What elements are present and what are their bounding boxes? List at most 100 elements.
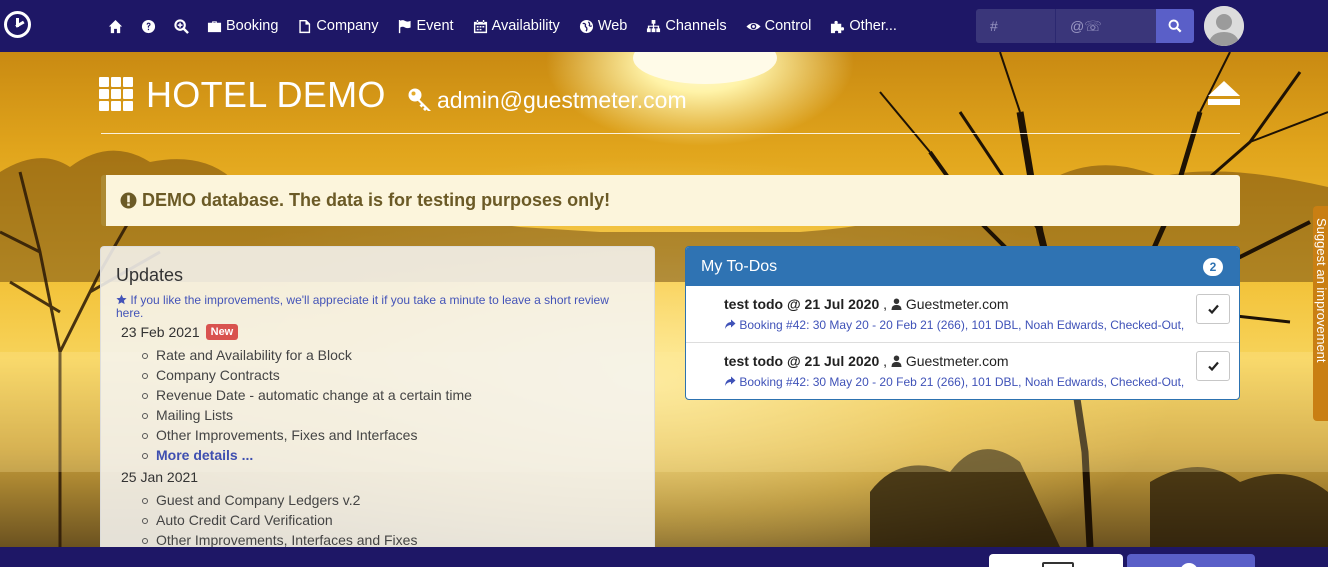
app-logo-clock-icon[interactable] xyxy=(4,11,31,38)
list-item: Mailing Lists xyxy=(140,405,639,425)
todos-panel: My To-Dos 2 test todo @ 21 Jul 2020 , Gu… xyxy=(685,246,1240,400)
quick-search xyxy=(976,9,1194,43)
puzzle-icon xyxy=(831,20,845,33)
search-icon xyxy=(1168,19,1182,33)
todo-separator: , xyxy=(883,353,888,369)
nav-home[interactable] xyxy=(108,19,123,34)
key-icon xyxy=(408,88,431,111)
list-item: Revenue Date - automatic change at a cer… xyxy=(140,385,639,405)
apps-grid-icon[interactable] xyxy=(99,77,133,111)
user-email: admin@guestmeter.com xyxy=(437,87,687,113)
demo-warning-banner: DEMO database. The data is for testing p… xyxy=(101,175,1240,226)
eject-logout-icon[interactable] xyxy=(1207,80,1241,106)
more-details-link[interactable]: More details ... xyxy=(156,447,253,463)
todo-booking-line[interactable]: Booking #42: 30 May 20 - 20 Feb 21 (266)… xyxy=(724,318,1239,332)
todo-separator: , xyxy=(883,296,888,312)
todo-booking-line[interactable]: Booking #42: 30 May 20 - 20 Feb 21 (266)… xyxy=(724,375,1239,389)
top-navbar: Booking Company Event Availability Web C… xyxy=(0,0,1328,52)
exclamation-circle-icon xyxy=(120,192,137,209)
todo-title-line: test todo @ 21 Jul 2020 , Guestmeter.com xyxy=(724,296,1239,312)
todo-item: test todo @ 21 Jul 2020 , Guestmeter.com… xyxy=(686,286,1239,343)
hotel-name: HOTEL DEMO xyxy=(146,74,386,115)
check-icon xyxy=(1207,361,1219,371)
check-icon xyxy=(1207,304,1219,314)
todo-title[interactable]: test todo @ 21 Jul 2020 xyxy=(724,353,879,369)
nav-availability-label: Availability xyxy=(491,18,560,34)
sitemap-icon xyxy=(647,19,661,32)
list-item: Rate and Availability for a Block xyxy=(140,345,639,365)
star-icon xyxy=(116,294,127,305)
user-icon xyxy=(891,355,902,367)
suggest-improvement-tab[interactable]: Suggest an improvement xyxy=(1313,206,1328,421)
complete-todo-button[interactable] xyxy=(1196,351,1230,381)
globe-icon xyxy=(579,19,593,33)
todo-title-line: test todo @ 21 Jul 2020 , Guestmeter.com xyxy=(724,353,1239,369)
nav-other[interactable]: Other... xyxy=(830,18,897,34)
nav-control[interactable]: Control xyxy=(746,18,812,34)
todos-count-badge: 2 xyxy=(1203,258,1223,276)
todo-title[interactable]: test todo @ 21 Jul 2020 xyxy=(724,296,879,312)
main-menu: Booking Company Event Availability Web C… xyxy=(108,0,916,52)
header-divider xyxy=(101,133,1240,134)
update-date-text: 25 Jan 2021 xyxy=(121,469,199,485)
eye-icon xyxy=(746,22,761,30)
nav-event-label: Event xyxy=(416,18,454,34)
nav-booking[interactable]: Booking xyxy=(207,18,278,34)
search-button[interactable] xyxy=(1156,9,1194,43)
nav-other-label: Other... xyxy=(849,18,897,34)
todo-owner: Guestmeter.com xyxy=(905,353,1009,369)
file-icon xyxy=(299,19,311,33)
nav-booking-label: Booking xyxy=(226,18,279,34)
todo-booking-link[interactable]: Booking #42: 30 May 20 - 20 Feb 21 (266)… xyxy=(739,318,1184,332)
flag-icon xyxy=(399,19,412,33)
nav-control-label: Control xyxy=(764,18,812,34)
updates-panel: Updates If you like the improvements, we… xyxy=(100,246,655,566)
demo-warning-text: DEMO database. The data is for testing p… xyxy=(142,190,611,210)
booking-number-search-input[interactable] xyxy=(976,9,1056,43)
complete-todo-button[interactable] xyxy=(1196,294,1230,324)
briefcase-icon xyxy=(207,20,222,32)
update-date: 25 Jan 2021 xyxy=(116,469,639,485)
share-arrow-icon xyxy=(725,376,736,386)
home-icon xyxy=(108,19,123,33)
todos-title: My To-Dos xyxy=(701,257,778,275)
todo-owner: Guestmeter.com xyxy=(905,296,1009,312)
todos-header: My To-Dos 2 xyxy=(686,247,1239,286)
update-list: Guest and Company Ledgers v.2 Auto Credi… xyxy=(116,490,639,550)
user-icon xyxy=(891,298,902,310)
list-item: Auto Credit Card Verification xyxy=(140,510,639,530)
list-item: Guest and Company Ledgers v.2 xyxy=(140,490,639,510)
nav-channels-label: Channels xyxy=(665,18,727,34)
updates-title: Updates xyxy=(116,265,184,285)
leave-review-link[interactable]: If you like the improvements, we'll appr… xyxy=(116,294,639,320)
bottom-screen-button[interactable] xyxy=(989,554,1123,567)
default-user-icon xyxy=(1204,6,1244,46)
calendar-icon xyxy=(473,19,487,33)
bottom-chat-button[interactable] xyxy=(1127,554,1255,567)
nav-web[interactable]: Web xyxy=(579,18,628,34)
update-date: 23 Feb 2021 New xyxy=(116,324,639,340)
email-phone-search-input[interactable] xyxy=(1056,9,1156,43)
update-list: Rate and Availability for a Block Compan… xyxy=(116,345,639,465)
nav-web-label: Web xyxy=(597,18,628,34)
nav-company[interactable]: Company xyxy=(297,18,378,34)
new-badge: New xyxy=(205,324,239,340)
zoom-icon xyxy=(174,18,189,34)
nav-event[interactable]: Event xyxy=(397,18,454,34)
nav-availability[interactable]: Availability xyxy=(473,18,560,34)
user-avatar[interactable] xyxy=(1204,6,1244,46)
list-item: Other Improvements, Fixes and Interfaces xyxy=(140,425,639,445)
list-item: More details ... xyxy=(140,445,639,465)
list-item: Company Contracts xyxy=(140,365,639,385)
nav-help[interactable] xyxy=(141,19,156,34)
nav-zoom[interactable] xyxy=(174,18,189,34)
todo-booking-link[interactable]: Booking #42: 30 May 20 - 20 Feb 21 (266)… xyxy=(739,375,1184,389)
share-arrow-icon xyxy=(725,319,736,329)
nav-company-label: Company xyxy=(316,18,379,34)
todo-item: test todo @ 21 Jul 2020 , Guestmeter.com… xyxy=(686,343,1239,399)
leave-review-text: If you like the improvements, we'll appr… xyxy=(116,293,609,320)
nav-channels[interactable]: Channels xyxy=(646,18,727,34)
suggest-improvement-label: Suggest an improvement xyxy=(1314,218,1328,363)
update-date-text: 23 Feb 2021 xyxy=(121,324,200,340)
question-icon xyxy=(141,19,156,33)
